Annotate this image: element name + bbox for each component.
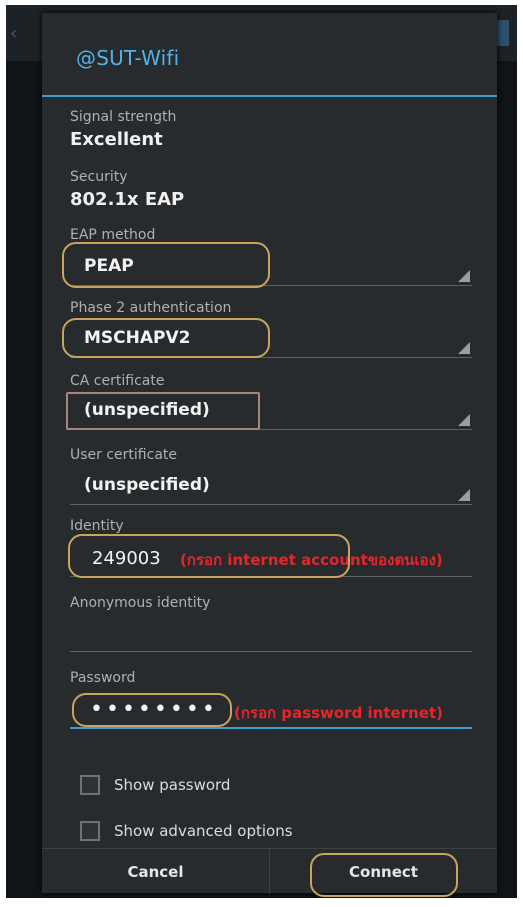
cancel-button[interactable]: Cancel	[42, 849, 269, 894]
anonymous-input[interactable]	[70, 623, 472, 652]
dialog-title: @SUT-Wifi	[76, 46, 180, 70]
ca-cert-highlight	[66, 392, 260, 430]
ca-cert-label: CA certificate	[70, 373, 165, 389]
password-highlight	[72, 693, 232, 727]
show-password-row[interactable]: Show password	[80, 774, 230, 796]
show-advanced-label: Show advanced options	[114, 822, 293, 840]
dropdown-arrow-icon	[458, 270, 470, 282]
eap-method-label: EAP method	[70, 227, 156, 243]
show-advanced-row[interactable]: Show advanced options	[80, 820, 293, 842]
dropdown-arrow-icon	[458, 342, 470, 354]
password-label: Password	[70, 670, 136, 686]
phase2-label: Phase 2 authentication	[70, 300, 232, 316]
user-cert-spinner[interactable]: (unspecified)	[70, 468, 472, 505]
back-chevron-icon: ‹	[10, 23, 18, 44]
dropdown-arrow-icon	[458, 414, 470, 426]
security-value: 802.1x EAP	[70, 189, 185, 210]
show-password-checkbox[interactable]	[80, 775, 100, 795]
phase2-highlight	[62, 318, 270, 358]
title-divider	[42, 95, 497, 97]
security-label: Security	[70, 169, 128, 185]
phone-screen: ‹ @SUT-Wifi Signal strength Excellent Se…	[6, 5, 517, 898]
password-note: (กรอก password internet)	[234, 704, 443, 722]
dropdown-arrow-icon	[458, 489, 470, 501]
signal-value: Excellent	[70, 129, 163, 150]
identity-label: Identity	[70, 518, 124, 534]
background-toggle	[497, 20, 509, 46]
user-cert-value: (unspecified)	[84, 475, 210, 495]
wifi-dialog: @SUT-Wifi Signal strength Excellent Secu…	[42, 13, 497, 897]
user-cert-label: User certificate	[70, 447, 178, 463]
identity-highlight	[68, 534, 350, 578]
show-password-label: Show password	[114, 776, 231, 794]
anonymous-label: Anonymous identity	[70, 595, 211, 611]
connect-highlight	[310, 853, 458, 897]
show-advanced-checkbox[interactable]	[80, 821, 100, 841]
eap-method-highlight	[62, 242, 270, 288]
signal-label: Signal strength	[70, 109, 177, 125]
